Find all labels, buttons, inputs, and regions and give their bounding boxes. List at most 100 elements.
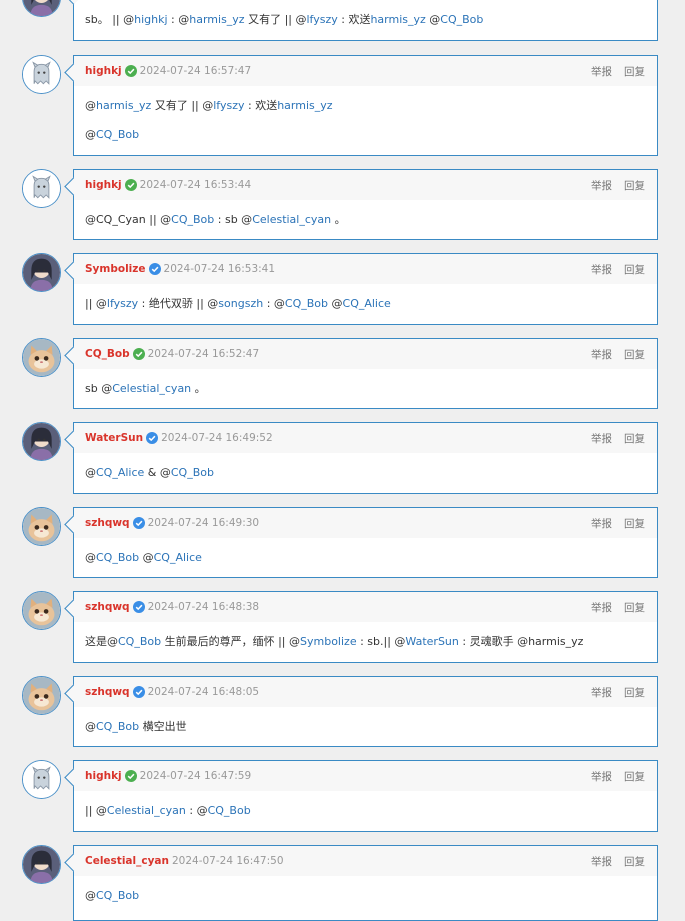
report-button[interactable]: 举报 [591, 431, 612, 446]
mention-link[interactable]: highkj [134, 13, 167, 26]
mention-link[interactable]: harmis_yz [189, 13, 244, 26]
report-button[interactable]: 举报 [591, 178, 612, 193]
mention-link[interactable]: CQ_Bob [285, 297, 328, 310]
comment-text: 横空出世 [139, 720, 187, 733]
username-link[interactable]: szhqwq [85, 601, 130, 613]
timestamp: 2024-07-24 16:52:47 [147, 348, 260, 360]
comment-text: & @ [144, 466, 171, 479]
report-button[interactable]: 举报 [591, 854, 612, 869]
mention-link[interactable]: CQ_Bob [96, 720, 139, 733]
comment-header: highkj 2024-07-24 16:53:44 举报 回复 [74, 170, 657, 200]
comment-body: @harmis_yz 又有了 || @lfyszy : 欢送harmis_yz @… [74, 86, 657, 152]
mention-link[interactable]: CQ_Bob [171, 213, 214, 226]
mention-link[interactable]: CQ_Bob [440, 13, 483, 26]
reply-button[interactable]: 回复 [624, 178, 645, 193]
verified-badge-icon [146, 432, 159, 444]
username-link[interactable]: highkj [85, 179, 122, 191]
username-link[interactable]: Celestial_cyan [85, 855, 169, 867]
mention-link[interactable]: CQ_Bob [96, 889, 139, 902]
cat-avatar-icon[interactable] [22, 338, 61, 377]
comment-text: : 灵魂歌手 @harmis_yz [458, 635, 584, 648]
mention-link[interactable]: WaterSun [405, 635, 458, 648]
username-link[interactable]: highkj [85, 65, 122, 77]
reply-button[interactable]: 回复 [624, 685, 645, 700]
verified-badge-icon [124, 770, 137, 782]
report-button[interactable]: 举报 [591, 262, 612, 277]
comment-text-line: @CQ_Alice & @CQ_Bob [85, 463, 646, 482]
mention-link[interactable]: Celestial_cyan [112, 382, 191, 395]
comment-actions: 举报 回复 [579, 592, 645, 622]
mention-link[interactable]: lfyszy [107, 297, 138, 310]
report-button[interactable]: 举报 [591, 516, 612, 531]
comment-actions: 举报 回复 [579, 846, 645, 876]
mention-link[interactable]: CQ_Alice [96, 466, 144, 479]
report-button[interactable]: 举报 [591, 347, 612, 362]
mention-link[interactable]: lfyszy [306, 13, 337, 26]
anime-girl-avatar-icon[interactable] [22, 0, 61, 17]
username-link[interactable]: szhqwq [85, 686, 130, 698]
comment-card: szhqwq 2024-07-24 16:48:05 举报 回复 @CQ_Bob 横空出… [73, 676, 658, 747]
anime-character-avatar-icon[interactable] [22, 253, 61, 292]
comment-text: @ [139, 551, 154, 564]
comment-body: @CQ_Alice & @CQ_Bob [74, 453, 657, 490]
username-link[interactable]: WaterSun [85, 432, 143, 444]
mention-link[interactable]: lfyszy [213, 99, 244, 112]
mention-link[interactable]: CQ_Bob [118, 635, 161, 648]
comment-card: highkj 2024-07-24 16:47:59 举报 回复 || @Celesti… [73, 760, 658, 832]
ghost-cat-avatar-icon[interactable] [22, 55, 61, 94]
mention-link[interactable]: CQ_Bob [96, 128, 139, 141]
comment-text: 。 [191, 382, 206, 395]
verified-badge-icon [124, 179, 137, 191]
cat-avatar-icon[interactable] [22, 507, 61, 546]
comment-text: sb @ [85, 382, 113, 395]
anime-character-avatar-icon[interactable] [22, 422, 61, 461]
mention-link[interactable]: harmis_yz [96, 99, 151, 112]
mention-link[interactable]: Celestial_cyan [107, 804, 186, 817]
anime-character-avatar-icon[interactable] [22, 845, 61, 884]
reply-button[interactable]: 回复 [624, 64, 645, 79]
cat-avatar-icon[interactable] [22, 591, 61, 630]
mention-link[interactable]: CQ_Alice [154, 551, 202, 564]
reply-button[interactable]: 回复 [624, 262, 645, 277]
ghost-cat-avatar-icon[interactable] [22, 760, 61, 799]
report-button[interactable]: 举报 [591, 685, 612, 700]
reply-button[interactable]: 回复 [624, 769, 645, 784]
ghost-cat-avatar-icon[interactable] [22, 169, 61, 208]
comment-actions: 举报 回复 [579, 423, 645, 453]
reply-button[interactable]: 回复 [624, 600, 645, 615]
mention-link[interactable]: Symbolize [300, 635, 357, 648]
comment-text: @ [85, 889, 96, 902]
comment-card: highkj 2024-07-24 16:53:44 举报 回复 @CQ_Cyan ||… [73, 169, 658, 240]
username-link[interactable]: CQ_Bob [85, 348, 130, 360]
reply-button[interactable]: 回复 [624, 431, 645, 446]
cat-avatar-icon[interactable] [22, 676, 61, 715]
comment-header: highkj 2024-07-24 16:47:59 举报 回复 [74, 761, 657, 791]
mention-link[interactable]: Celestial_cyan [252, 213, 331, 226]
mention-link[interactable]: CQ_Bob [171, 466, 214, 479]
comment-header: CQ_Bob 2024-07-24 16:52:47 举报 回复 [74, 339, 657, 369]
mention-link[interactable]: CQ_Bob [208, 804, 251, 817]
report-button[interactable]: 举报 [591, 64, 612, 79]
reply-button[interactable]: 回复 [624, 854, 645, 869]
comment-card: szhqwq 2024-07-24 16:48:38 举报 回复 这是@CQ_Bob 生… [73, 591, 658, 663]
comment-text-line: @CQ_Cyan || @CQ_Bob : sb @Celestial_cyan… [85, 210, 646, 229]
mention-link[interactable]: harmis_yz [370, 13, 425, 26]
report-button[interactable]: 举报 [591, 600, 612, 615]
username-link[interactable]: Symbolize [85, 263, 146, 275]
comment-body: sb @Celestial_cyan 。 [74, 369, 657, 406]
username-link[interactable]: highkj [85, 770, 122, 782]
timestamp: 2024-07-24 16:49:30 [147, 517, 260, 529]
comment-text: 。 [331, 213, 346, 226]
username-link[interactable]: szhqwq [85, 517, 130, 529]
mention-link[interactable]: songszh [218, 297, 263, 310]
report-button[interactable]: 举报 [591, 769, 612, 784]
comment-header: szhqwq 2024-07-24 16:48:38 举报 回复 [74, 592, 657, 622]
mention-link[interactable]: CQ_Alice [343, 297, 391, 310]
reply-button[interactable]: 回复 [624, 516, 645, 531]
timestamp: 2024-07-24 16:53:44 [139, 179, 252, 191]
comment-actions: 举报 回复 [579, 254, 645, 284]
reply-button[interactable]: 回复 [624, 347, 645, 362]
mention-link[interactable]: harmis_yz [277, 99, 332, 112]
mention-link[interactable]: CQ_Bob [96, 551, 139, 564]
comment-card: szhqwq 2024-07-24 16:49:30 举报 回复 @CQ_Bob @CQ… [73, 507, 658, 578]
